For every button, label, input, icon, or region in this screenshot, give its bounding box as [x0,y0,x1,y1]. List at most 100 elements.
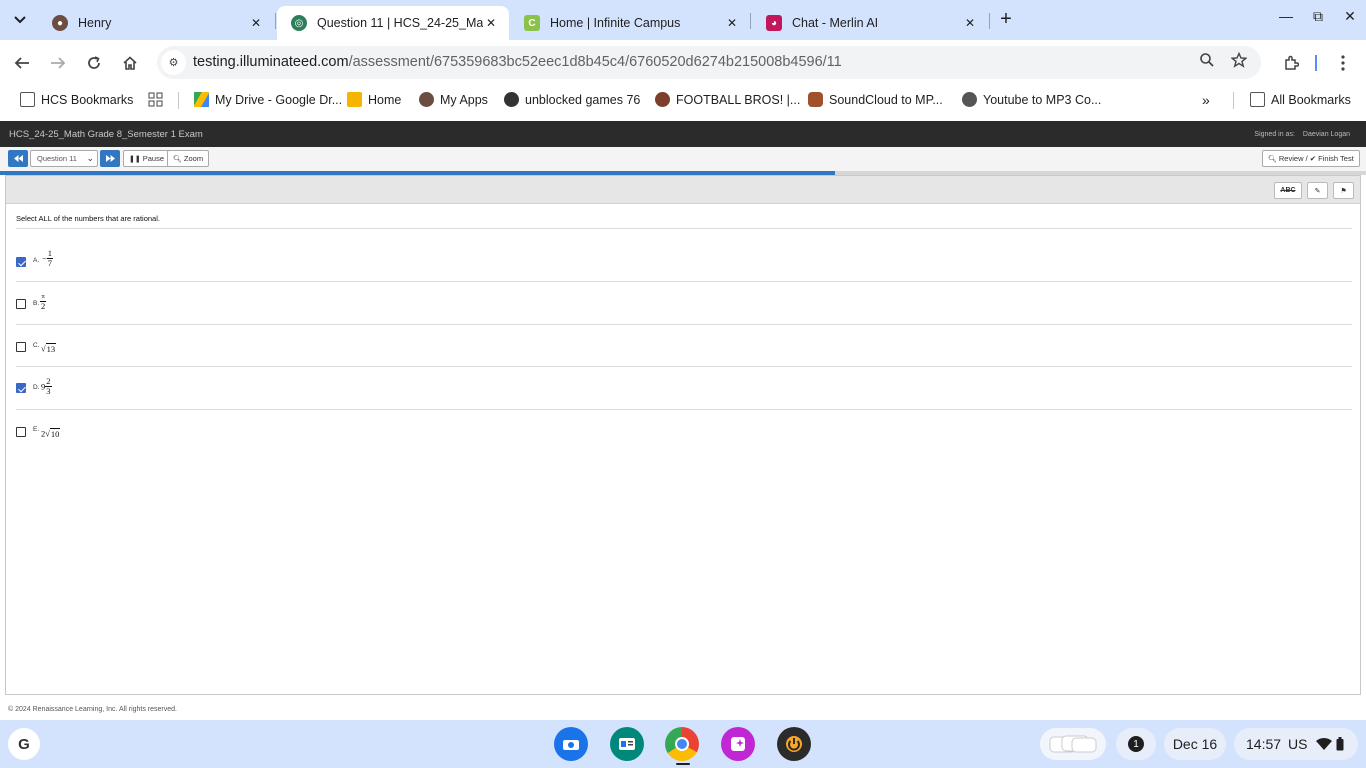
zoom-button[interactable]: 🔍︎ Zoom [167,150,210,167]
choice-checkbox[interactable] [16,257,26,267]
holding-space-tray[interactable] [1040,728,1106,760]
globe-icon [504,92,519,107]
bookmark-hcs[interactable]: HCS Bookmarks [20,92,133,107]
pause-label: Pause [142,154,165,163]
tab-question-11[interactable]: ◎ Question 11 | HCS_24-25_Math ✕ [277,6,509,40]
exam-title: HCS_24-25_Math Grade 8_Semester 1 Exam [9,129,203,140]
question-prompt: Select ALL of the numbers that are ratio… [16,214,160,223]
bookmarks-bar: HCS Bookmarks My Drive - Google Dr... Ho… [0,85,1366,115]
new-tab-button[interactable]: + [994,9,1018,31]
close-icon[interactable]: ✕ [724,16,740,30]
choice-d[interactable]: D. 923 [16,366,1352,408]
chromeos-shelf: G Dec 16 14:57 US [0,720,1366,768]
bookmark-star-icon[interactable] [1230,51,1248,72]
tab-title: Question 11 | HCS_24-25_Math [317,16,483,30]
home-button[interactable] [117,50,143,76]
tab-search-button[interactable] [7,7,33,33]
bookmark-label: unblocked games 76 [525,92,641,107]
choice-checkbox[interactable] [16,383,26,393]
tab-henry[interactable]: ● Henry ✕ [38,6,274,40]
apps-grid-icon [148,92,163,107]
close-icon[interactable]: ✕ [962,16,978,30]
bookmark-football-bros[interactable]: FOOTBALL BROS! |... [655,92,800,107]
folder-icon [1250,92,1265,107]
merlin-icon: ◕ [766,15,782,31]
math-fraction: 23 [45,377,52,396]
bookmark-label: FOOTBALL BROS! |... [676,92,801,107]
restore-button[interactable]: ⧉ [1306,8,1330,30]
abc-eliminator-button[interactable]: ABC [1274,182,1302,199]
bookmark-label: SoundCloud to MP... [829,92,943,107]
active-app-indicator [676,763,690,765]
exam-header: HCS_24-25_Math Grade 8_Semester 1 Exam S… [0,121,1366,147]
bookmark-label: Home [368,92,402,107]
minimize-button[interactable]: — [1274,8,1298,30]
bookmark-my-apps[interactable]: My Apps [419,92,488,107]
bookmark-home[interactable]: Home [347,92,401,107]
chevron-down-icon [14,16,26,24]
bookmark-my-drive[interactable]: My Drive - Google Dr... [194,92,342,107]
close-window-button[interactable]: ✕ [1338,8,1362,30]
signed-in-label: Signed in as: [1254,131,1295,138]
zoom-magnifier-icon[interactable] [1199,52,1215,72]
pause-button[interactable]: ❚❚ Pause [123,150,171,167]
bookmark-soundcloud[interactable]: SoundCloud to MP... [808,92,943,107]
date-tray[interactable]: Dec 16 [1164,728,1226,760]
previous-question-button[interactable] [8,150,28,167]
back-button[interactable] [9,50,35,76]
bookmark-divider [1233,92,1234,109]
math-denominator: 3 [46,386,51,396]
flag-button[interactable]: ⚑ [1333,182,1354,199]
question-select[interactable]: Question 11 ⌄ [30,150,98,167]
close-icon[interactable]: ✕ [248,16,264,30]
camera-app-icon[interactable] [554,727,588,761]
question-tools-bar: ABC ✎ ⚑ [6,176,1360,204]
bookmark-label: HCS Bookmarks [41,92,134,107]
all-bookmarks[interactable]: All Bookmarks [1250,92,1351,107]
forward-button[interactable] [45,50,71,76]
reload-button[interactable] [81,50,107,76]
news-app-icon[interactable] [610,727,644,761]
close-icon[interactable]: ✕ [483,16,499,30]
power-app-icon[interactable] [777,727,811,761]
tab-title: Home | Infinite Campus [550,16,681,30]
forward-arrow-icon [51,57,66,69]
chrome-app-icon[interactable] [665,727,699,761]
notepad-button[interactable]: ✎ [1307,182,1328,199]
zoom-label: Zoom [183,154,204,163]
notification-count-badge[interactable]: 1 [1128,736,1144,752]
extensions-puzzle-icon[interactable] [1278,50,1304,76]
launcher-button[interactable]: G [8,728,40,760]
google-g-icon: G [18,735,30,753]
choice-b[interactable]: B. π2 [16,281,1352,323]
choice-checkbox[interactable] [16,299,26,309]
bookmark-unblocked-games[interactable]: unblocked games 76 [504,92,640,107]
tab-strip: ● Henry ✕ ◎ Question 11 | HCS_24-25_Math… [0,0,1366,40]
choice-checkbox[interactable] [16,342,26,352]
review-finish-button[interactable]: 🔍︎ Review / ✔ Finish Test [1262,150,1360,167]
choice-c[interactable]: C. √13 [16,324,1352,366]
edit-icon: ✎ [1314,187,1321,195]
address-bar[interactable]: ⚙ testing.illuminateed.com/assessment/67… [157,46,1261,79]
choice-c-math: √13 [41,339,57,357]
tab-infinite-campus[interactable]: C Home | Infinite Campus ✕ [510,6,750,40]
next-question-button[interactable] [100,150,120,167]
url-path: /assessment/675359683bc52eec1d8b45c4/676… [348,54,842,70]
url-text[interactable]: testing.illuminateed.com/assessment/6753… [193,54,842,70]
math-radicand: 13 [45,343,57,354]
screenshot-thumbnails-icon [1049,735,1097,753]
choice-checkbox[interactable] [16,427,26,437]
choice-e[interactable]: E. 2√10 [16,409,1352,451]
choice-a[interactable]: A. −1 7 [16,238,1352,280]
tab-merlin[interactable]: ◕ Chat - Merlin AI ✕ [752,6,988,40]
choice-b-math: π2 [40,292,46,311]
choice-letter: E. [33,426,40,433]
bookmark-youtube-mp3[interactable]: Youtube to MP3 Co... [962,92,1101,107]
site-info-icon[interactable]: ⚙ [161,50,186,75]
apps-grid-button[interactable] [148,92,163,107]
canvas-app-icon[interactable] [721,727,755,761]
status-tray[interactable]: 14:57 US [1234,728,1358,760]
football-icon [655,92,670,107]
kebab-menu-icon[interactable] [1330,50,1356,76]
more-bookmarks-chevron-icon[interactable]: » [1202,92,1210,108]
